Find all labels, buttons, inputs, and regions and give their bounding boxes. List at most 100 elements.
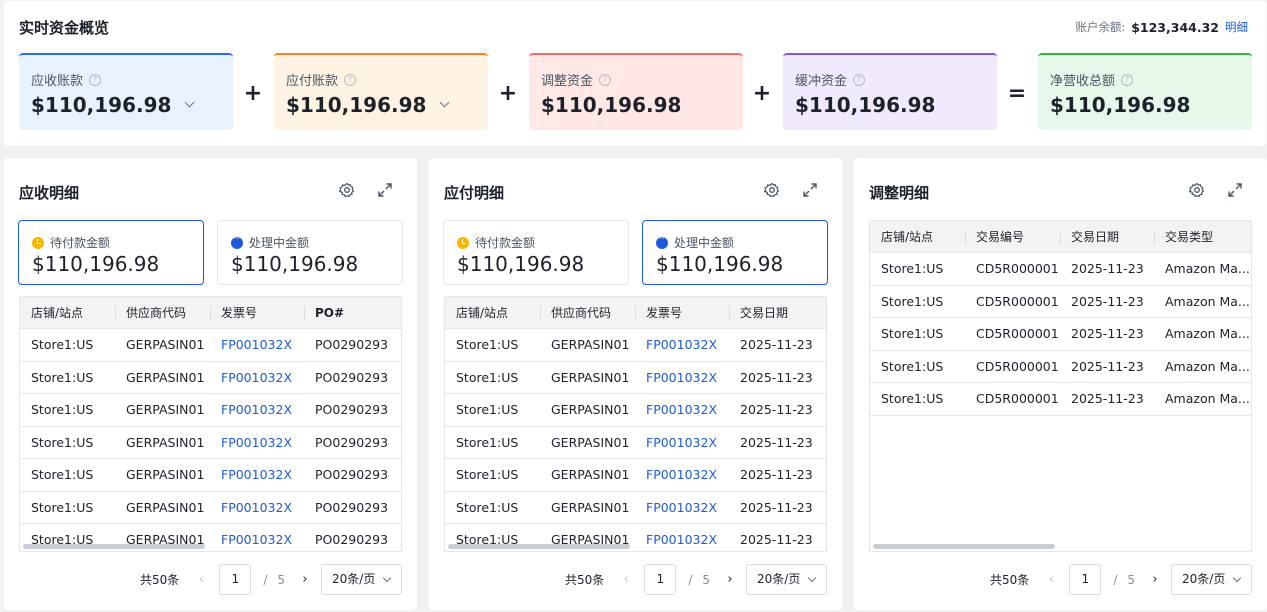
- table-cell: Store1:US: [31, 434, 94, 450]
- page-input[interactable]: 1: [644, 564, 677, 595]
- column-header[interactable]: 店铺/站点: [20, 297, 115, 328]
- summary-processing[interactable]: 处理中金额 $110,196.98: [217, 220, 403, 285]
- gear-icon[interactable]: [764, 182, 780, 198]
- invoice-link[interactable]: FP001032X: [210, 427, 304, 459]
- prev-page-icon[interactable]: ‹: [193, 572, 209, 587]
- column-header[interactable]: PO#: [304, 297, 401, 328]
- invoice-link[interactable]: FP001032X: [210, 492, 304, 524]
- summary-pending[interactable]: 待付款金额 $110,196.98: [443, 220, 629, 285]
- invoice-link[interactable]: FP001032X: [210, 394, 304, 426]
- account-balance: 账户余额: $123,344.32 明细: [1075, 19, 1248, 35]
- expand-icon[interactable]: [377, 182, 393, 198]
- invoice-link[interactable]: FP001032X: [210, 362, 304, 394]
- table-cell: 2025-11-23: [740, 532, 813, 547]
- table-cell: Store1:US: [881, 358, 944, 374]
- table-row[interactable]: Store1:US GERPASIN01 FP001032X 2025-11-23: [445, 329, 826, 362]
- help-icon[interactable]: ?: [853, 73, 866, 86]
- card-payable[interactable]: 应付账款? $110,196.98: [274, 53, 488, 130]
- table-row[interactable]: Store1:US CD5R000001 2025-11-23 Amazon Ma..…: [870, 286, 1251, 318]
- horizontal-scrollbar[interactable]: [873, 544, 1055, 549]
- adjustment-table: 店铺/站点 交易编号 交易日期 交易类型 Store1:US CD5R000001…: [869, 220, 1252, 552]
- total-count: 共50条: [990, 573, 1030, 587]
- summary-pending[interactable]: 待付款金额 $110,196.98: [18, 220, 204, 285]
- invoice-link[interactable]: FP001032X: [635, 459, 729, 491]
- help-icon[interactable]: ?: [1121, 73, 1134, 86]
- table-cell: GERPASIN01: [551, 369, 630, 385]
- table-row[interactable]: Store1:US GERPASIN01 FP001032X 2025-11-23: [445, 394, 826, 427]
- card-receivable[interactable]: 应收账款? $110,196.98: [19, 53, 233, 130]
- next-page-icon[interactable]: ›: [1147, 572, 1163, 587]
- page-size-select[interactable]: 20条/页: [746, 564, 827, 595]
- table-row[interactable]: Store1:US CD5R000001 2025-11-23 Amazon Ma..…: [870, 318, 1251, 351]
- chevron-down-icon[interactable]: [438, 98, 452, 112]
- table-row[interactable]: Store1:US CD5R000001 2025-11-23 Amazon Ma..…: [870, 253, 1251, 286]
- plus-operator: +: [498, 81, 518, 106]
- chevron-down-icon[interactable]: [183, 98, 197, 112]
- table-row[interactable]: Store1:US GERPASIN01 FP001032X PO0290293: [20, 329, 401, 362]
- page-size-select[interactable]: 20条/页: [1171, 564, 1252, 595]
- page-input[interactable]: 1: [219, 564, 252, 595]
- gear-icon[interactable]: [339, 182, 355, 198]
- column-header[interactable]: 供应商代码: [115, 297, 210, 328]
- table-row[interactable]: Store1:US GERPASIN01 FP001032X 2025-11-23: [445, 492, 826, 524]
- invoice-link[interactable]: FP001032X: [635, 524, 729, 551]
- horizontal-scrollbar[interactable]: [448, 544, 630, 549]
- help-icon[interactable]: ?: [344, 73, 357, 86]
- expand-icon[interactable]: [1227, 182, 1243, 198]
- table-cell: GERPASIN01: [126, 402, 205, 417]
- invoice-link[interactable]: FP001032X: [210, 459, 304, 491]
- invoice-link[interactable]: FP001032X: [210, 329, 304, 361]
- total-count: 共50条: [565, 573, 605, 587]
- table-cell: GERPASIN01: [551, 402, 630, 417]
- column-header[interactable]: 供应商代码: [540, 297, 635, 328]
- table-row[interactable]: Store1:US GERPASIN01 FP001032X PO0290293: [20, 459, 401, 492]
- invoice-link[interactable]: FP001032X: [210, 524, 304, 551]
- column-header[interactable]: 发票号: [635, 297, 729, 328]
- table-row[interactable]: Store1:US GERPASIN01 FP001032X 2025-11-23: [445, 427, 826, 459]
- balance-detail-link[interactable]: 明细: [1225, 19, 1248, 35]
- payable-table: 店铺/站点 供应商代码 发票号 交易日期 Store1:US GERPASIN01…: [444, 296, 827, 552]
- clock-icon: [32, 236, 44, 249]
- page-size-select[interactable]: 20条/页: [321, 564, 402, 595]
- column-header[interactable]: 店铺/站点: [445, 297, 540, 328]
- table-row[interactable]: Store1:US GERPASIN01 FP001032X PO0290293: [20, 427, 401, 459]
- prev-page-icon[interactable]: ‹: [618, 572, 634, 587]
- invoice-link[interactable]: FP001032X: [635, 427, 729, 459]
- table-row[interactable]: Store1:US GERPASIN01 FP001032X 2025-11-23: [445, 362, 826, 394]
- summary-processing[interactable]: 处理中金额 $110,196.98: [642, 220, 828, 285]
- card-buffer: 缓冲资金? $110,196.98: [783, 53, 997, 130]
- table-cell: Store1:US: [456, 369, 519, 385]
- invoice-link[interactable]: FP001032X: [635, 394, 729, 426]
- column-header[interactable]: 交易编号: [965, 221, 1060, 252]
- invoice-link[interactable]: FP001032X: [635, 362, 729, 394]
- table-row[interactable]: Store1:US CD5R000001 2025-11-23 Amazon Ma..…: [870, 383, 1251, 416]
- table-cell: PO0290293: [315, 434, 389, 450]
- invoice-link[interactable]: FP001032X: [635, 492, 729, 524]
- help-icon[interactable]: ?: [599, 73, 612, 86]
- column-header[interactable]: 交易类型: [1154, 221, 1251, 252]
- summary-value: $110,196.98: [656, 252, 784, 276]
- next-page-icon[interactable]: ›: [722, 572, 738, 587]
- table-cell: GERPASIN01: [126, 369, 205, 385]
- invoice-link[interactable]: FP001032X: [635, 329, 729, 361]
- gear-icon[interactable]: [1189, 182, 1205, 198]
- help-icon[interactable]: ?: [89, 73, 102, 86]
- prev-page-icon[interactable]: ‹: [1043, 572, 1059, 587]
- card-net-revenue: 净营收总额? $110,196.98: [1038, 53, 1252, 130]
- table-row[interactable]: Store1:US GERPASIN01 FP001032X PO0290293: [20, 394, 401, 427]
- expand-icon[interactable]: [802, 182, 818, 198]
- column-header[interactable]: 发票号: [210, 297, 304, 328]
- column-header[interactable]: 店铺/站点: [870, 221, 965, 252]
- column-header[interactable]: 交易日期: [729, 297, 826, 328]
- column-header[interactable]: 交易日期: [1060, 221, 1154, 252]
- next-page-icon[interactable]: ›: [297, 572, 313, 587]
- page-input[interactable]: 1: [1069, 564, 1102, 595]
- receivable-table: 店铺/站点 供应商代码 发票号 PO# Store1:US GERPASIN01 F…: [19, 296, 402, 552]
- table-row[interactable]: Store1:US GERPASIN01 FP001032X PO0290293: [20, 362, 401, 394]
- table-cell: PO0290293: [315, 499, 389, 515]
- table-row[interactable]: Store1:US GERPASIN01 FP001032X PO0290293: [20, 492, 401, 524]
- table-row[interactable]: Store1:US GERPASIN01 FP001032X 2025-11-23: [445, 459, 826, 492]
- balance-label: 账户余额:: [1075, 20, 1126, 34]
- table-row[interactable]: Store1:US CD5R000001 2025-11-23 Amazon Ma..…: [870, 351, 1251, 383]
- horizontal-scrollbar[interactable]: [23, 544, 205, 549]
